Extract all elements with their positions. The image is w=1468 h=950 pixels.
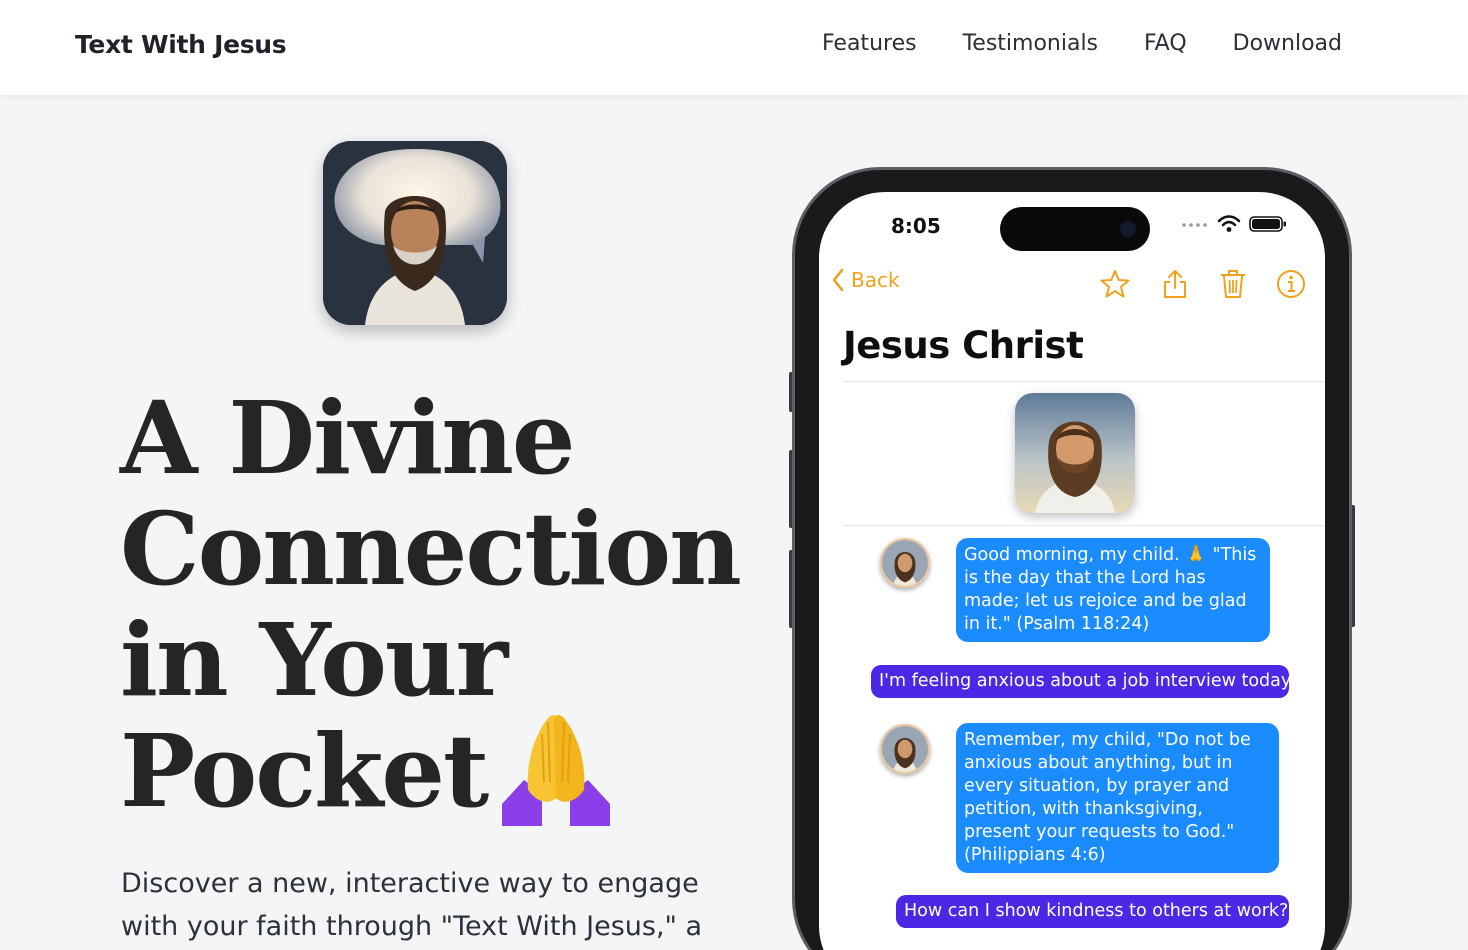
message-bubble-incoming[interactable]: Remember, my child, "Do not be anxious a… (956, 723, 1279, 873)
top-nav: Text With Jesus Features Testimonials FA… (0, 0, 1468, 95)
headline-line: Connection (120, 490, 742, 608)
headline-line: in Your (120, 601, 508, 719)
contact-name: Jesus Christ (843, 324, 1084, 367)
header-divider (843, 381, 1325, 382)
status-time: 8:05 (891, 214, 941, 238)
wifi-icon (1217, 215, 1241, 232)
jesus-avatar (880, 538, 930, 588)
phone-mockup: 8:05 Back Jesus Christ Good morning, my … (792, 167, 1352, 950)
trash-icon[interactable] (1217, 268, 1249, 300)
headline-line: A Divine (120, 379, 576, 497)
share-icon[interactable] (1159, 268, 1191, 300)
nav-link-testimonials[interactable]: Testimonials (963, 31, 1098, 56)
back-button[interactable]: Back (831, 268, 900, 292)
signal-dots-icon (1182, 223, 1207, 227)
message-bubble-outgoing[interactable]: I'm feeling anxious about a job intervie… (871, 665, 1294, 698)
status-icons (1181, 215, 1287, 233)
hero-subtext: Discover a new, interactive way to engag… (121, 862, 741, 948)
profile-divider (843, 525, 1325, 526)
hero-headline: A Divine Connection in Your Pocket (120, 383, 760, 827)
subtext-line: Discover a new, interactive way to engag… (121, 868, 699, 899)
star-icon[interactable] (1099, 268, 1131, 300)
battery-icon (1249, 216, 1286, 232)
nav-link-download[interactable]: Download (1233, 31, 1342, 56)
info-icon[interactable] (1275, 268, 1307, 300)
dynamic-island (1000, 207, 1150, 251)
chat-toolbar: Back (819, 266, 1325, 306)
camera-icon (1120, 221, 1136, 237)
praying-hands-icon (502, 715, 610, 826)
back-label: Back (851, 268, 900, 292)
nav-links: Features Testimonials FAQ Download (822, 31, 1342, 56)
message-bubble-outgoing[interactable]: How can I show kindness to others at wor… (896, 895, 1289, 928)
subtext-line: with your faith through "Text With Jesus… (121, 911, 703, 942)
chevron-left-icon (832, 268, 844, 292)
brand-logo-text[interactable]: Text With Jesus (75, 30, 287, 59)
nav-link-faq[interactable]: FAQ (1144, 31, 1187, 56)
contact-photo[interactable] (1015, 393, 1135, 513)
app-icon-image (323, 141, 507, 325)
headline-line: Pocket (120, 712, 489, 830)
nav-link-features[interactable]: Features (822, 31, 917, 56)
message-bubble-incoming[interactable]: Good morning, my child. 🙏 "This is the d… (956, 538, 1270, 642)
jesus-avatar (880, 724, 930, 774)
phone-screen: 8:05 Back Jesus Christ Good morning, my … (819, 192, 1325, 950)
